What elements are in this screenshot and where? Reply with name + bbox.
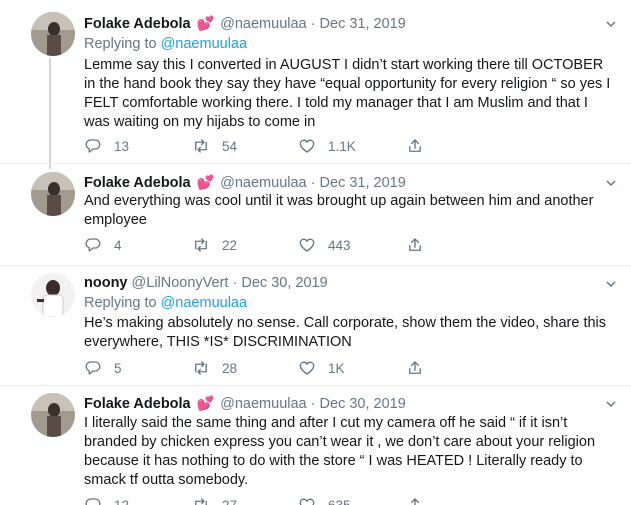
display-name[interactable]: noony [84, 275, 128, 291]
like-count: 635 [328, 497, 351, 505]
tweet-text: I literally said the same thing and afte… [84, 415, 596, 488]
retweet-count: 27 [222, 497, 238, 505]
replying-prefix: Replying to [84, 295, 157, 311]
heart-icon [299, 498, 315, 505]
tweet-date[interactable]: Dec 30, 2019 [320, 396, 406, 412]
reply-count: 5 [114, 360, 122, 376]
retweet-icon [195, 139, 207, 153]
tweet-header: noony @LilNoonyVert · Dec 30, 2019 [84, 273, 601, 293]
mention-link[interactable]: @naemuulaa [161, 295, 247, 311]
two-hearts-emoji: 💕 [196, 395, 215, 411]
tweet-actions: 5 28 1K [84, 358, 524, 378]
avatar[interactable] [31, 172, 75, 216]
retweet-count: 28 [222, 360, 238, 376]
chevron-down-icon[interactable] [605, 18, 617, 30]
tweet-actions: 4 22 443 [84, 235, 524, 255]
share-icon [410, 498, 420, 505]
like-count: 443 [328, 237, 351, 253]
retweet-button[interactable]: 28 [192, 358, 237, 378]
user-handle[interactable]: @LilNoonyVert [132, 275, 229, 291]
like-button[interactable]: 1K [298, 358, 345, 378]
reply-icon [85, 139, 101, 153]
display-name[interactable]: Folake Adebola [84, 396, 191, 412]
like-button[interactable]: 635 [298, 495, 351, 505]
share-button[interactable] [406, 136, 436, 156]
retweet-icon [195, 238, 207, 252]
display-name[interactable]: Folake Adebola [84, 175, 191, 191]
share-icon [409, 238, 421, 251]
tweet-header: Folake Adebola 💕 @naemuulaa · Dec 30, 20… [84, 393, 601, 413]
reply-button[interactable]: 13 [84, 136, 129, 156]
retweet-icon [195, 498, 207, 505]
share-button[interactable] [406, 358, 436, 378]
reply-count: 4 [114, 237, 122, 253]
reply-button[interactable]: 5 [84, 358, 122, 378]
separator-dot: · [232, 275, 238, 291]
heart-icon [299, 139, 315, 153]
tweet-date[interactable]: Dec 31, 2019 [320, 175, 406, 191]
heart-icon [299, 361, 315, 375]
tweet-header: Folake Adebola 💕 @naemuulaa · Dec 31, 20… [84, 13, 601, 33]
tweet-text: Lemme say this I converted in AUGUST I d… [84, 57, 611, 130]
share-button[interactable] [406, 495, 436, 505]
reply-count: 13 [114, 138, 130, 154]
tweet[interactable]: Folake Adebola 💕 @naemuulaa · Dec 31, 20… [0, 0, 631, 170]
tweet-actions: 13 54 1.1K [84, 136, 524, 156]
retweet-count: 22 [222, 237, 238, 253]
avatar[interactable] [31, 393, 75, 437]
share-icon [409, 361, 421, 374]
thread-line [49, 58, 51, 169]
heart-icon [299, 238, 315, 252]
like-count: 1.1K [328, 138, 356, 154]
user-handle[interactable]: @naemuulaa [220, 396, 306, 412]
tweet[interactable]: Folake Adebola 💕 @naemuulaa · Dec 30, 20… [0, 385, 631, 505]
retweet-button[interactable]: 22 [192, 235, 237, 255]
avatar[interactable] [31, 273, 75, 317]
share-button[interactable] [406, 235, 436, 255]
separator-dot: · [310, 396, 316, 412]
tweet-date[interactable]: Dec 30, 2019 [241, 275, 327, 291]
tweet-feed: Folake Adebola 💕 @naemuulaa · Dec 31, 20… [0, 0, 631, 505]
tweet-header: Folake Adebola 💕 @naemuulaa · Dec 31, 20… [84, 172, 601, 192]
display-name[interactable]: Folake Adebola [84, 16, 191, 32]
chevron-down-icon[interactable] [605, 177, 617, 189]
like-button[interactable]: 443 [298, 235, 351, 255]
like-button[interactable]: 1.1K [298, 136, 356, 156]
reply-button[interactable]: 12 [84, 495, 129, 505]
mention-link[interactable]: @naemuulaa [161, 36, 247, 52]
reply-icon [85, 498, 101, 505]
reply-button[interactable]: 4 [84, 235, 122, 255]
reply-icon [85, 238, 101, 252]
tweet[interactable]: noony @LilNoonyVert · Dec 30, 2019 Reply… [0, 265, 631, 385]
retweet-button[interactable]: 27 [192, 495, 237, 505]
separator-dot: · [310, 16, 316, 32]
two-hearts-emoji: 💕 [196, 174, 215, 190]
user-handle[interactable]: @naemuulaa [220, 16, 306, 32]
share-icon [409, 139, 421, 152]
replying-to: Replying to @naemuulaa [84, 34, 247, 54]
chevron-down-icon[interactable] [605, 278, 617, 290]
tweet-text: And everything was cool until it was bro… [84, 193, 594, 228]
replying-prefix: Replying to [84, 36, 157, 52]
avatar[interactable] [31, 12, 75, 56]
reply-count: 12 [114, 497, 130, 505]
replying-to: Replying to @naemuulaa [84, 293, 247, 313]
tweet[interactable]: Folake Adebola 💕 @naemuulaa · Dec 31, 20… [0, 163, 631, 265]
reply-icon [85, 361, 101, 375]
separator-dot: · [310, 175, 316, 191]
retweet-count: 54 [222, 138, 238, 154]
two-hearts-emoji: 💕 [196, 15, 215, 31]
user-handle[interactable]: @naemuulaa [220, 175, 306, 191]
retweet-button[interactable]: 54 [192, 136, 237, 156]
chevron-down-icon[interactable] [605, 398, 617, 410]
tweet-date[interactable]: Dec 31, 2019 [320, 16, 406, 32]
tweet-text: He’s making absolutely no sense. Call co… [84, 315, 607, 350]
tweet-actions: 12 27 635 [84, 495, 524, 505]
retweet-icon [195, 361, 207, 375]
like-count: 1K [328, 360, 345, 376]
